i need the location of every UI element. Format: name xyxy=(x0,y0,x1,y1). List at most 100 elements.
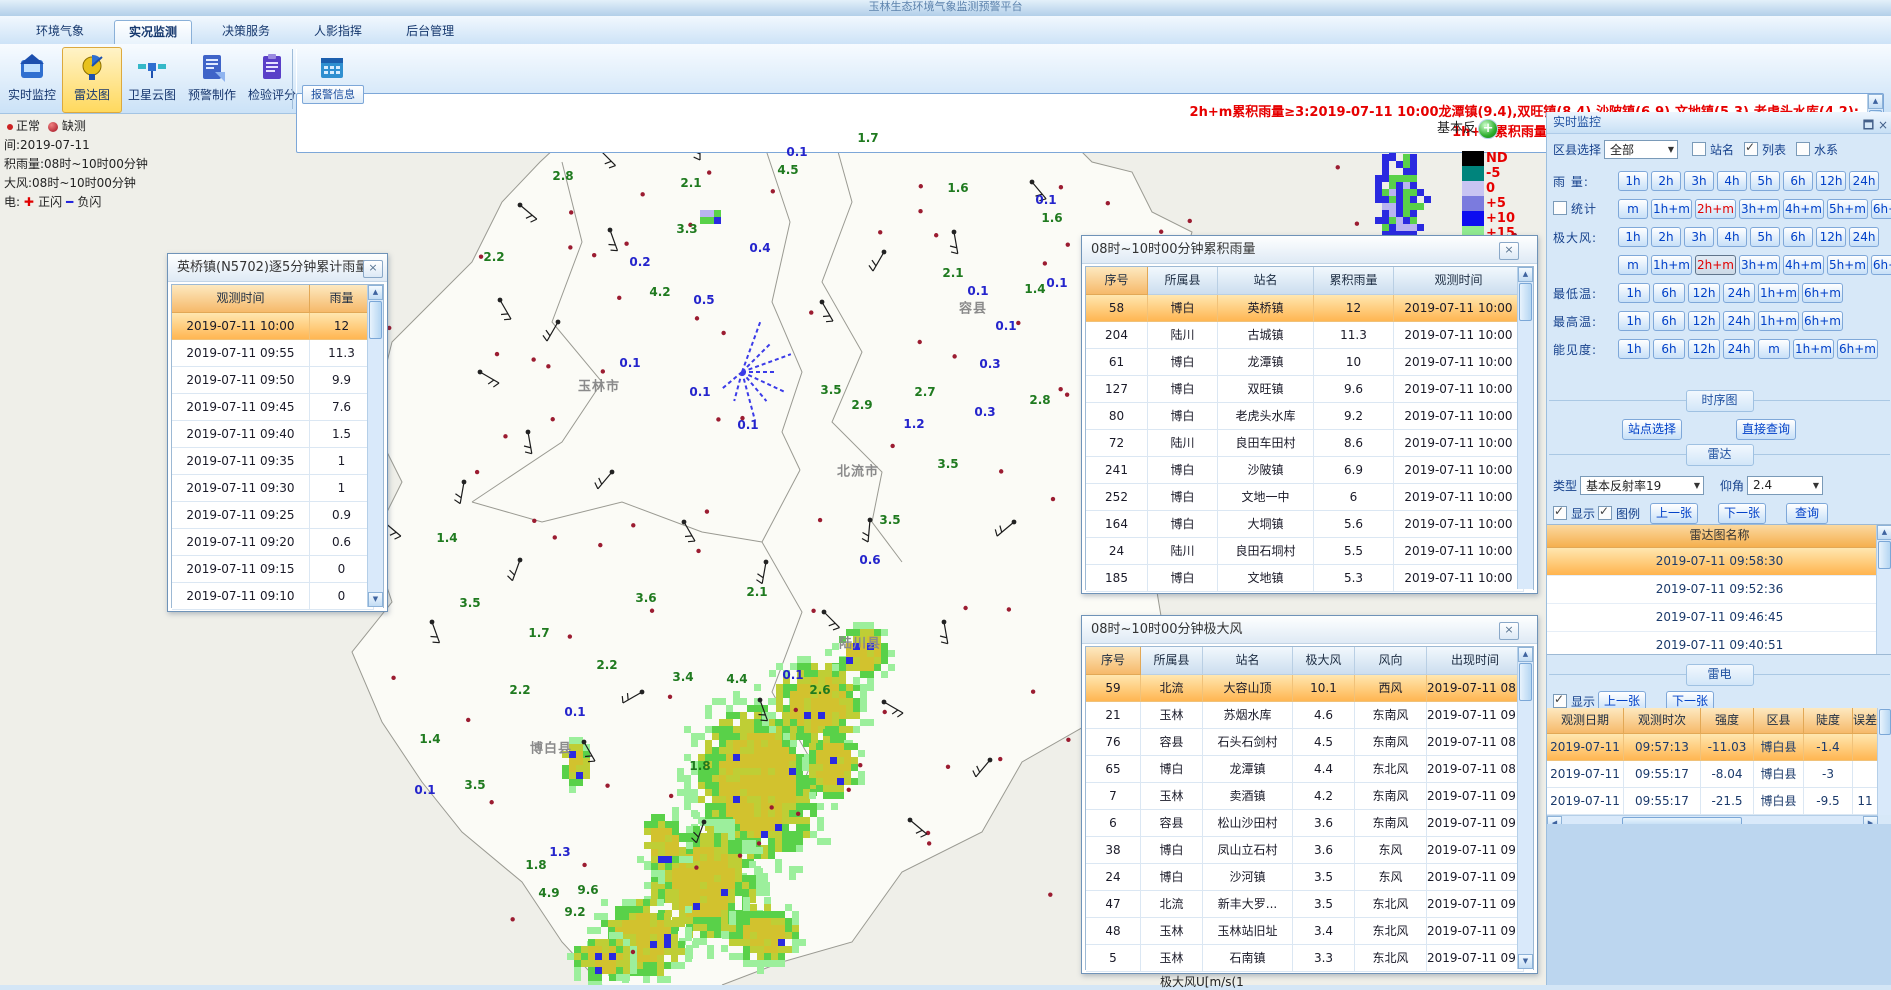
radar-legend-checkbox[interactable]: 图例 xyxy=(1598,505,1640,522)
stat-checkbox[interactable]: 统计 xyxy=(1553,200,1597,217)
tool-button-1[interactable]: 实时监控 xyxy=(2,47,62,113)
close-icon[interactable]: × xyxy=(1499,242,1519,260)
scroll-thumb[interactable] xyxy=(1879,709,1891,735)
table-row[interactable]: 2019-07-11 09:30 1 xyxy=(172,475,383,502)
duration-button[interactable]: 5h+m xyxy=(1827,255,1868,275)
duration-button[interactable]: m xyxy=(1618,255,1648,275)
table-row[interactable]: 5 玉林 石南镇 3.3 东北风 2019-07-11 09:59 xyxy=(1086,945,1533,972)
scroll-up-icon[interactable]: ▲ xyxy=(1868,94,1883,109)
scroll-down-icon[interactable]: ▼ xyxy=(1518,954,1533,969)
duration-button[interactable]: 4h+m xyxy=(1783,199,1824,219)
scroll-thumb[interactable] xyxy=(369,301,382,339)
table-row[interactable]: 2019-07-11 09:57:13 -11.03 博白县 -1.4 xyxy=(1547,734,1891,761)
duration-button[interactable]: 6h xyxy=(1653,283,1685,303)
duration-button[interactable]: 1h xyxy=(1618,171,1648,191)
radar-image-item[interactable]: 2019-07-11 09:58:30 xyxy=(1547,548,1891,576)
table-row[interactable]: 2019-07-11 09:50 9.9 xyxy=(172,367,383,394)
duration-button[interactable]: 1h xyxy=(1618,227,1648,247)
duration-button[interactable]: 5h xyxy=(1750,227,1780,247)
duration-button[interactable]: 24h xyxy=(1723,283,1755,303)
table-row[interactable]: 127 博白 双旺镇 9.6 2019-07-11 10:00 xyxy=(1086,376,1533,403)
table-row[interactable]: 48 玉林 玉林站旧址 3.4 东北风 2019-07-11 09:09 xyxy=(1086,918,1533,945)
duration-button[interactable]: 6h+m xyxy=(1871,199,1891,219)
tool-button-4[interactable]: 预警制作 xyxy=(182,47,242,113)
vertical-scrollbar[interactable]: ▲ xyxy=(1876,525,1891,654)
tool-button-2[interactable]: 雷达图 xyxy=(62,47,122,113)
table-row[interactable]: 24 陆川 良田石垌村 5.5 2019-07-11 10:00 xyxy=(1086,538,1533,565)
table-row[interactable]: 59 北流 大容山顶 10.1 西风 2019-07-11 08:47 xyxy=(1086,675,1533,702)
table-row[interactable]: 2019-07-11 09:35 1 xyxy=(172,448,383,475)
duration-button[interactable]: 5h xyxy=(1750,171,1780,191)
radar-query-button[interactable]: 查询 xyxy=(1786,503,1828,524)
duration-button[interactable]: 12h xyxy=(1688,311,1720,331)
duration-button[interactable]: 1h xyxy=(1618,339,1650,359)
duration-button[interactable]: m xyxy=(1618,199,1648,219)
scroll-thumb[interactable] xyxy=(1519,283,1532,321)
scroll-down-icon[interactable]: ▼ xyxy=(368,592,383,607)
table-row[interactable]: 61 博白 龙潭镇 10 2019-07-11 10:00 xyxy=(1086,349,1533,376)
close-icon[interactable]: × xyxy=(1499,622,1519,640)
duration-button[interactable]: 3h xyxy=(1684,227,1714,247)
filter-checkbox[interactable]: 水系 xyxy=(1796,141,1838,158)
station-select-button[interactable]: 站点选择 xyxy=(1622,419,1682,440)
duration-button[interactable]: 1h+m xyxy=(1651,255,1692,275)
scroll-thumb[interactable] xyxy=(1878,541,1891,569)
duration-button[interactable]: 6h xyxy=(1653,339,1685,359)
duration-button[interactable]: m xyxy=(1758,339,1790,359)
direct-query-button[interactable]: 直接查询 xyxy=(1736,419,1796,440)
duration-button[interactable]: 2h+m xyxy=(1695,255,1736,275)
table-row[interactable]: 164 博白 大垌镇 5.6 2019-07-11 10:00 xyxy=(1086,511,1533,538)
panel-close-icon[interactable]: × xyxy=(1878,118,1888,132)
duration-button[interactable]: 12h xyxy=(1688,339,1720,359)
lightning-show-checkbox[interactable]: 显示 xyxy=(1553,693,1595,710)
scroll-up-icon[interactable]: ▲ xyxy=(1518,267,1533,282)
radar-next-button[interactable]: 下一张 xyxy=(1718,503,1766,524)
table-row[interactable]: 80 博白 老虎头水库 9.2 2019-07-11 10:00 xyxy=(1086,403,1533,430)
radar-image-item[interactable]: 2019-07-11 09:46:45 xyxy=(1547,604,1891,632)
radar-image-item[interactable]: 2019-07-11 09:52:36 xyxy=(1547,576,1891,604)
scroll-up-icon[interactable]: ▲ xyxy=(1877,525,1891,540)
table-row[interactable]: 2019-07-11 09:10 0 xyxy=(172,583,383,610)
duration-button[interactable]: 2h+m xyxy=(1695,199,1736,219)
duration-button[interactable]: 6h+m xyxy=(1837,339,1878,359)
elevation-select[interactable]: 2.4▼ xyxy=(1747,476,1823,495)
duration-button[interactable]: 1h xyxy=(1618,311,1650,331)
table-row[interactable]: 2019-07-11 10:00 12 xyxy=(172,313,383,340)
filter-checkbox[interactable]: 站名 xyxy=(1692,141,1734,158)
table-row[interactable]: 2019-07-11 09:40 1.5 xyxy=(172,421,383,448)
duration-button[interactable]: 2h xyxy=(1651,171,1681,191)
table-row[interactable]: 252 博白 文地一中 6 2019-07-11 10:00 xyxy=(1086,484,1533,511)
scroll-up-icon[interactable]: ▲ xyxy=(368,285,383,300)
duration-button[interactable]: 1h+m xyxy=(1651,199,1692,219)
table-row[interactable]: 21 玉林 苏烟水库 4.6 东南风 2019-07-11 09:49 xyxy=(1086,702,1533,729)
vertical-scrollbar[interactable]: ▲ ▼ xyxy=(367,285,383,607)
duration-button[interactable]: 12h xyxy=(1688,283,1720,303)
scroll-up-icon[interactable]: ▲ xyxy=(1518,647,1533,662)
table-row[interactable]: 185 博白 文地镇 5.3 2019-07-11 10:00 xyxy=(1086,565,1533,592)
duration-button[interactable]: 6h+m xyxy=(1802,311,1843,331)
table-row[interactable]: 6 容县 松山沙田村 3.6 东南风 2019-07-11 09:59 xyxy=(1086,810,1533,837)
duration-button[interactable]: 1h+m xyxy=(1793,339,1834,359)
table-row[interactable]: 72 陆川 良田车田村 8.6 2019-07-11 10:00 xyxy=(1086,430,1533,457)
radar-show-checkbox[interactable]: 显示 xyxy=(1553,505,1595,522)
vertical-scrollbar[interactable]: ▲ xyxy=(1517,267,1533,589)
duration-button[interactable]: 12h xyxy=(1816,171,1846,191)
duration-button[interactable]: 6h+m xyxy=(1802,283,1843,303)
close-icon[interactable]: × xyxy=(363,260,383,278)
menu-tab[interactable]: 实况监测 xyxy=(114,20,192,44)
duration-button[interactable]: 4h+m xyxy=(1783,255,1824,275)
duration-button[interactable]: 24h xyxy=(1723,311,1755,331)
duration-button[interactable]: 1h+m xyxy=(1758,283,1799,303)
table-row[interactable]: 2019-07-11 09:55:17 -8.04 博白县 -3 xyxy=(1547,761,1891,788)
table-row[interactable]: 2019-07-11 09:55 11.3 xyxy=(172,340,383,367)
add-button[interactable]: + xyxy=(1478,119,1498,139)
table-row[interactable]: 2019-07-11 09:15 0 xyxy=(172,556,383,583)
duration-button[interactable]: 3h+m xyxy=(1739,199,1780,219)
duration-button[interactable]: 24h xyxy=(1849,227,1879,247)
tool-button-3[interactable]: 卫星云图 xyxy=(122,47,182,113)
table-row[interactable]: 2019-07-11 09:25 0.9 xyxy=(172,502,383,529)
vertical-scrollbar[interactable] xyxy=(1877,708,1891,815)
duration-button[interactable]: 24h xyxy=(1849,171,1879,191)
duration-button[interactable]: 6h xyxy=(1653,311,1685,331)
duration-button[interactable]: 6h xyxy=(1783,171,1813,191)
